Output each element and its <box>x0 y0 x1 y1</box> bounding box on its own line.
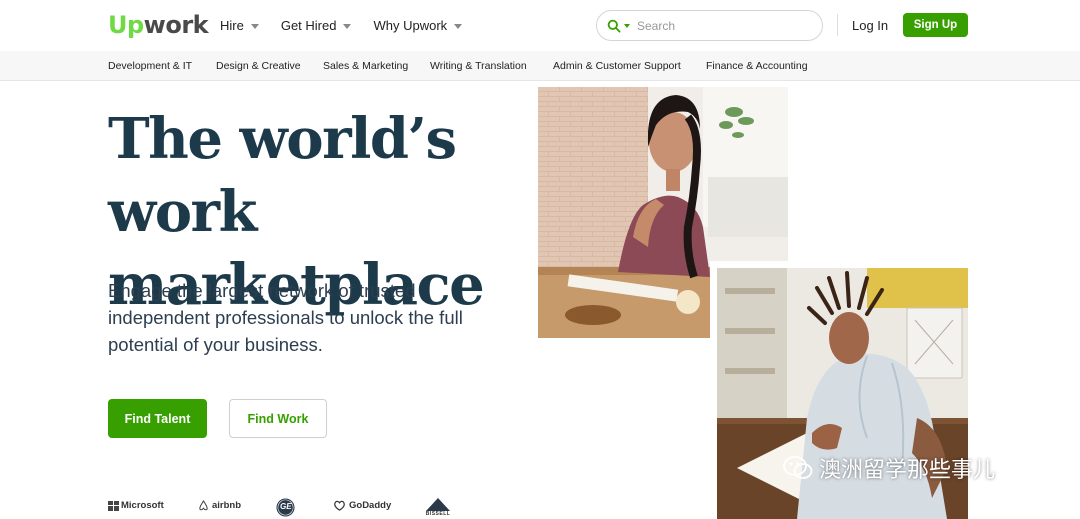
top-header: Upwork Hire Get Hired Why Upwork Log In … <box>0 0 1080 51</box>
chevron-down-icon <box>343 23 352 29</box>
nav-hire-label: Hire <box>220 18 244 33</box>
hero-title-line1: The world’s work <box>108 106 457 245</box>
bissell-triangle-icon <box>426 498 450 511</box>
airbnb-icon <box>199 500 208 511</box>
search-icon[interactable] <box>607 19 621 33</box>
hero-subtitle: Engage the largest network of trusted in… <box>108 280 463 355</box>
login-link[interactable]: Log In <box>852 18 888 33</box>
ge-label: GE <box>280 502 292 511</box>
logo-up-text: Up <box>108 11 144 39</box>
main-nav: Hire Get Hired Why Upwork <box>220 18 484 33</box>
find-talent-button[interactable]: Find Talent <box>108 399 207 438</box>
chevron-down-icon <box>454 23 463 29</box>
watermark-text: 澳洲留学那些事儿 <box>819 458 996 483</box>
godaddy-label: GoDaddy <box>349 500 392 511</box>
watermark: 澳洲留学那些事儿 <box>783 452 995 484</box>
nav-why-upwork-label: Why Upwork <box>373 18 448 33</box>
logo-work-text: work <box>143 11 209 39</box>
ge-logo: GE <box>276 498 295 517</box>
signup-button[interactable]: Sign Up <box>903 13 968 37</box>
search-input[interactable] <box>637 18 807 33</box>
nav-get-hired-label: Get Hired <box>280 18 337 33</box>
category-bar: Development & IT Design & Creative Sales… <box>0 51 1080 81</box>
find-work-button[interactable]: Find Work <box>229 399 327 438</box>
microsoft-label: Microsoft <box>121 500 164 511</box>
bissell-logo: BISSELL <box>424 498 452 517</box>
nav-hire[interactable]: Hire <box>220 18 259 33</box>
category-admin-support[interactable]: Admin & Customer Support <box>553 60 681 72</box>
airbnb-label: airbnb <box>212 500 242 511</box>
search-box[interactable] <box>596 10 823 41</box>
chevron-down-icon <box>250 23 259 29</box>
brand-logos: Microsoft airbnb GE GoDaddy BISSELL <box>108 497 468 519</box>
category-design-creative[interactable]: Design & Creative <box>216 60 301 72</box>
microsoft-grid-icon <box>108 500 119 511</box>
category-development-it[interactable]: Development & IT <box>108 60 192 72</box>
godaddy-icon <box>334 500 345 511</box>
upwork-logo[interactable]: Upwork <box>108 11 209 39</box>
microsoft-logo: Microsoft <box>108 500 164 511</box>
search-type-chevron-icon[interactable] <box>624 23 630 28</box>
category-writing-translation[interactable]: Writing & Translation <box>430 60 527 72</box>
airbnb-logo: airbnb <box>198 500 241 511</box>
category-finance-accounting[interactable]: Finance & Accounting <box>706 60 808 72</box>
header-divider <box>837 14 838 36</box>
bissell-label: BISSELL <box>425 511 451 517</box>
category-sales-marketing[interactable]: Sales & Marketing <box>323 60 408 72</box>
wechat-icon <box>783 456 813 479</box>
godaddy-logo: GoDaddy <box>333 500 391 511</box>
nav-why-upwork[interactable]: Why Upwork <box>373 18 463 33</box>
nav-get-hired[interactable]: Get Hired <box>281 18 352 33</box>
